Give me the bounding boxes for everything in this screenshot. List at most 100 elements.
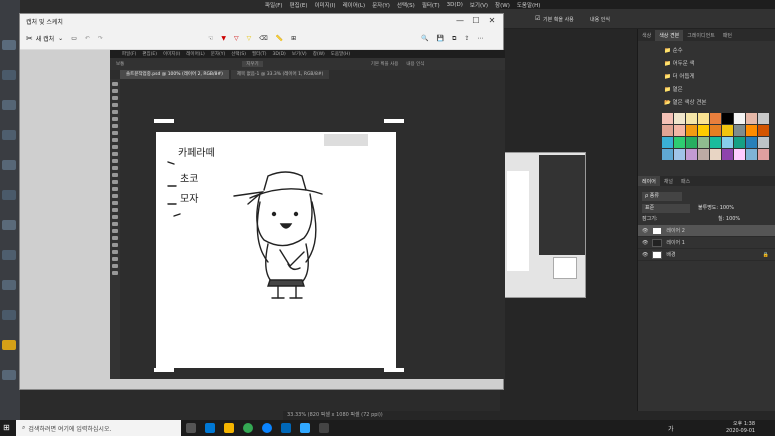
eye-icon[interactable]: 👁	[642, 240, 648, 246]
desktop-file-icon[interactable]	[2, 190, 16, 200]
swatch[interactable]	[722, 125, 733, 136]
swatch[interactable]	[746, 137, 757, 148]
minimize-icon[interactable]: —	[455, 16, 465, 26]
eraser-icon[interactable]: ⌫	[259, 35, 267, 42]
layer-row[interactable]: 👁 배경 🔒	[638, 249, 775, 261]
swatch[interactable]	[662, 149, 673, 160]
ime-indicator[interactable]: 가	[668, 424, 674, 433]
crop-handle[interactable]	[154, 119, 174, 123]
menu-image[interactable]: 이미지(I)	[314, 1, 335, 9]
opacity-value[interactable]: 100%	[720, 205, 734, 211]
swatch-group-item[interactable]: 📁 어두운 색	[664, 58, 775, 71]
swatch[interactable]	[710, 125, 721, 136]
swatch[interactable]	[686, 125, 697, 136]
folder-icon[interactable]: ▭	[71, 35, 77, 42]
close-icon[interactable]: ✕	[487, 16, 497, 26]
tab-layers[interactable]: 레이어	[638, 176, 660, 186]
menu-view[interactable]: 보기(V)	[470, 1, 488, 9]
swatch[interactable]	[662, 113, 673, 124]
desktop-file-icon[interactable]	[2, 280, 16, 290]
desktop-file-icon[interactable]	[2, 160, 16, 170]
search-box[interactable]: ⌕ 검색하려면 여기에 입력하십시오.	[16, 420, 181, 436]
menu-help[interactable]: 도움말(H)	[517, 1, 541, 9]
photoshop-icon[interactable]	[300, 423, 310, 433]
swatch[interactable]	[662, 125, 673, 136]
swatch[interactable]	[758, 137, 769, 148]
swatch[interactable]	[746, 125, 757, 136]
swatch[interactable]	[674, 137, 685, 148]
swatch[interactable]	[674, 149, 685, 160]
swatch[interactable]	[758, 113, 769, 124]
layer-filter-select[interactable]: ρ 종류	[642, 192, 682, 201]
eye-icon[interactable]: 👁	[642, 252, 648, 258]
desktop-file-icon[interactable]	[2, 130, 16, 140]
mail-icon[interactable]	[281, 423, 291, 433]
new-snip-button[interactable]: 새 캡처	[36, 34, 54, 43]
desktop-file-icon[interactable]	[2, 250, 16, 260]
chrome-icon[interactable]	[243, 423, 253, 433]
swatch[interactable]	[710, 113, 721, 124]
menu-type[interactable]: 문자(Y)	[372, 1, 390, 9]
ruler-icon[interactable]: 📏	[276, 35, 283, 42]
blend-mode-select[interactable]: 표준	[642, 204, 690, 213]
menu-edit[interactable]: 편집(E)	[290, 1, 308, 9]
swatch-group-item[interactable]: 📂 옅은 색상 견본	[664, 97, 775, 110]
edge-icon[interactable]	[262, 423, 272, 433]
tab-patterns[interactable]: 패턴	[719, 30, 736, 41]
swatch[interactable]	[722, 113, 733, 124]
pencil-icon[interactable]: ▽	[234, 35, 239, 42]
store-icon[interactable]	[205, 423, 215, 433]
swatch[interactable]	[734, 125, 745, 136]
swatch[interactable]	[710, 137, 721, 148]
swatch[interactable]	[674, 125, 685, 136]
layer-row[interactable]: 👁 레이어 1	[638, 237, 775, 249]
crop-icon[interactable]: ⊞	[291, 35, 296, 42]
desktop-file-icon[interactable]	[2, 340, 16, 350]
menu-file[interactable]: 파일(F)	[265, 1, 283, 9]
tab-paths[interactable]: 패스	[677, 176, 694, 186]
swatch[interactable]	[686, 149, 697, 160]
swatch[interactable]	[686, 137, 697, 148]
swatch[interactable]	[746, 149, 757, 160]
save-icon[interactable]: 💾	[437, 35, 444, 42]
swatch[interactable]	[662, 137, 673, 148]
desktop-file-icon[interactable]	[2, 100, 16, 110]
tab-gradients[interactable]: 그레이디언트	[683, 30, 719, 41]
new-snip-icon[interactable]: ✂	[26, 34, 33, 43]
tab-swatches[interactable]: 색상 견본	[655, 29, 684, 41]
highlighter-icon[interactable]: ▽	[247, 35, 252, 42]
menu-window[interactable]: 창(W)	[495, 1, 510, 9]
share-icon[interactable]: ⇪	[464, 35, 469, 42]
desktop-file-icon[interactable]	[2, 220, 16, 230]
menu-select[interactable]: 선택(S)	[397, 1, 415, 9]
copy-icon[interactable]: ⧉	[452, 35, 456, 43]
swatch[interactable]	[758, 125, 769, 136]
swatch[interactable]	[710, 149, 721, 160]
crop-handle[interactable]	[384, 368, 404, 372]
layer-row[interactable]: 👁 레이어 2	[638, 225, 775, 237]
desktop-file-icon[interactable]	[2, 40, 16, 50]
swatch[interactable]	[686, 113, 697, 124]
maximize-icon[interactable]: ☐	[471, 16, 481, 26]
swatch[interactable]	[698, 149, 709, 160]
redo-icon[interactable]: ↷	[98, 35, 103, 42]
swatch[interactable]	[734, 113, 745, 124]
task-view-icon[interactable]	[186, 423, 196, 433]
swatch[interactable]	[698, 137, 709, 148]
ballpoint-pen-icon[interactable]: ▼	[221, 35, 226, 42]
file-explorer-icon[interactable]	[224, 423, 234, 433]
menu-layer[interactable]: 레이어(L)	[343, 1, 366, 9]
swatch[interactable]	[758, 149, 769, 160]
swatch[interactable]	[734, 137, 745, 148]
swatch[interactable]	[734, 149, 745, 160]
touch-writing-icon[interactable]: ☜	[208, 35, 213, 42]
swatch[interactable]	[722, 137, 733, 148]
undo-icon[interactable]: ↶	[85, 35, 90, 42]
menu-filter[interactable]: 필터(T)	[422, 1, 440, 9]
chevron-down-icon[interactable]: ⌄	[58, 35, 63, 42]
swatch-group-item[interactable]: 📁 옅은	[664, 84, 775, 97]
swatch[interactable]	[698, 125, 709, 136]
desktop-file-icon[interactable]	[2, 310, 16, 320]
zoom-icon[interactable]: 🔍	[421, 35, 428, 42]
checkbox-icon[interactable]: ☑	[535, 15, 540, 22]
